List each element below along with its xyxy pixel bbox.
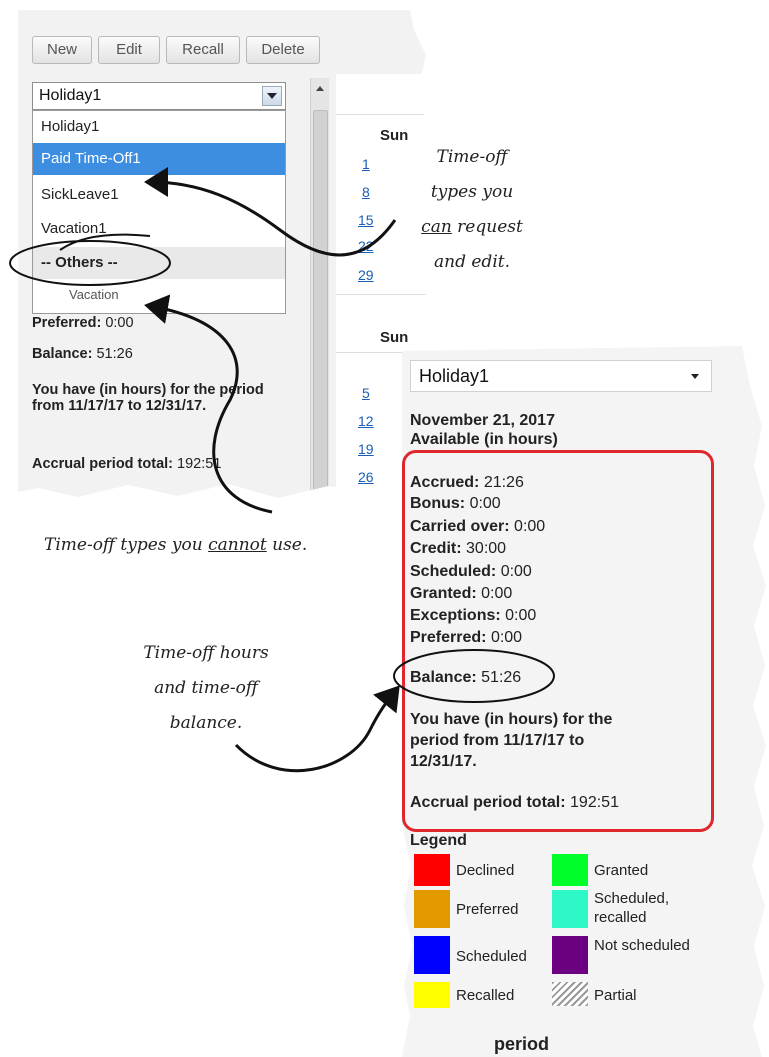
annotation-arrows [9,167,555,773]
arrow-editable [144,167,397,257]
arrow-balance [234,685,400,773]
balance-ellipse [393,649,555,703]
arrow-cannot-use [144,294,273,514]
others-ellipse [9,240,171,286]
